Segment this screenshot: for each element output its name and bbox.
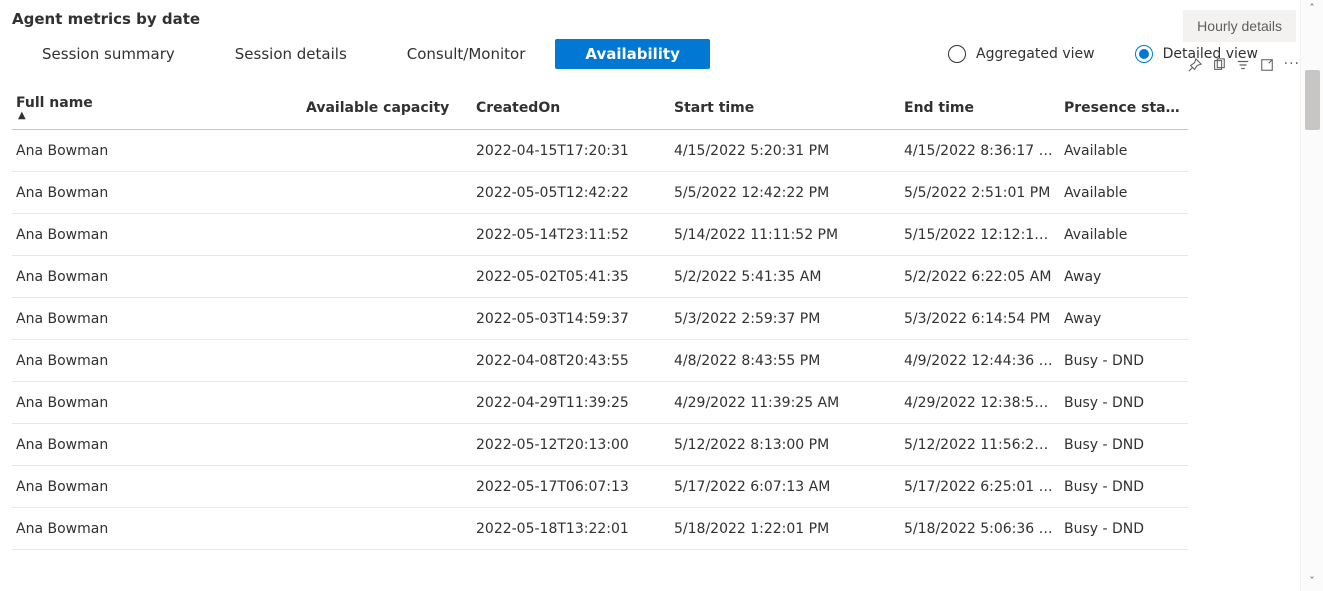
cell-createdon: 2022-04-29T11:39:25: [472, 395, 670, 411]
cell-full-name: Ana Bowman: [12, 479, 302, 495]
more-options-icon[interactable]: ···: [1284, 56, 1300, 74]
cell-start-time: 5/3/2022 2:59:37 PM: [670, 311, 900, 327]
vertical-scrollbar[interactable]: ˆ ˇ: [1300, 0, 1323, 591]
cell-createdon: 2022-05-03T14:59:37: [472, 311, 670, 327]
table-row[interactable]: Ana Bowman 2022-05-05T12:42:225/5/2022 12…: [12, 172, 1188, 214]
table-row[interactable]: Ana Bowman 2022-05-12T20:13:005/12/2022 8…: [12, 424, 1188, 466]
cell-createdon: 2022-05-02T05:41:35: [472, 269, 670, 285]
col-header-presence-status[interactable]: Presence status: [1060, 100, 1188, 116]
cell-presence-status: Busy - DND: [1060, 395, 1188, 411]
cell-presence-status: Busy - DND: [1060, 353, 1188, 369]
table-row[interactable]: Ana Bowman2022-04-29T11:39:254/29/2022 1…: [12, 382, 1188, 424]
cell-full-name: Ana Bowman: [12, 437, 302, 453]
cell-end-time: 4/9/2022 12:44:36 AM: [900, 353, 1060, 369]
table-row[interactable]: Ana Bowman 2022-05-02T05:41:355/2/2022 5:…: [12, 256, 1188, 298]
hourly-details-button[interactable]: Hourly details: [1183, 10, 1296, 42]
col-header-full-name[interactable]: Full name ▲: [12, 95, 302, 121]
tab-availability[interactable]: Availability: [555, 39, 710, 69]
table-row[interactable]: Ana Bowman2022-05-17T06:07:135/17/2022 6…: [12, 466, 1188, 508]
scroll-thumb[interactable]: [1305, 70, 1320, 130]
cell-full-name: Ana Bowman: [12, 143, 302, 159]
table-header-row: Full name ▲ Available capacity CreatedOn…: [12, 86, 1188, 130]
cell-end-time: 5/5/2022 2:51:01 PM: [900, 185, 1060, 201]
cell-full-name: Ana Bowman: [12, 521, 302, 537]
table-row[interactable]: Ana Bowman 2022-04-15T17:20:314/15/2022 5…: [12, 130, 1188, 172]
tab-session-summary[interactable]: Session summary: [12, 39, 205, 69]
table-row[interactable]: Ana Bowman 2022-05-03T14:59:375/3/2022 2:…: [12, 298, 1188, 340]
cell-start-time: 4/29/2022 11:39:25 AM: [670, 395, 900, 411]
cell-end-time: 5/17/2022 6:25:01 AM: [900, 479, 1060, 495]
aggregated-view-radio[interactable]: Aggregated view: [948, 45, 1095, 63]
cell-end-time: 5/2/2022 6:22:05 AM: [900, 269, 1060, 285]
cell-end-time: 5/18/2022 5:06:36 PM: [900, 521, 1060, 537]
filter-icon[interactable]: [1236, 58, 1250, 72]
cell-end-time: 5/12/2022 11:56:20 PM: [900, 437, 1060, 453]
cell-start-time: 5/5/2022 12:42:22 PM: [670, 185, 900, 201]
cell-presence-status: Busy - DND: [1060, 521, 1188, 537]
table-row[interactable]: Ana Bowman 2022-05-14T23:11:525/14/2022 1…: [12, 214, 1188, 256]
pin-icon[interactable]: [1188, 58, 1202, 72]
radio-icon: [948, 45, 966, 63]
cell-createdon: 2022-05-05T12:42:22: [472, 185, 670, 201]
cell-end-time: 5/15/2022 12:12:19 AM: [900, 227, 1060, 243]
cell-full-name: Ana Bowman: [12, 185, 302, 201]
copy-icon[interactable]: [1212, 58, 1226, 72]
cell-full-name: Ana Bowman: [12, 395, 302, 411]
cell-createdon: 2022-05-12T20:13:00: [472, 437, 670, 453]
col-header-available-capacity[interactable]: Available capacity: [302, 100, 472, 116]
cell-start-time: 4/8/2022 8:43:55 PM: [670, 353, 900, 369]
cell-full-name: Ana Bowman: [12, 269, 302, 285]
cell-presence-status: Available: [1060, 143, 1188, 159]
cell-presence-status: Away: [1060, 311, 1188, 327]
cell-start-time: 5/17/2022 6:07:13 AM: [670, 479, 900, 495]
scroll-up-icon[interactable]: ˆ: [1301, 2, 1323, 16]
col-header-start-time[interactable]: Start time: [670, 100, 900, 116]
radio-icon: [1135, 45, 1153, 63]
visual-action-bar: ···: [1188, 56, 1300, 74]
cell-end-time: 4/15/2022 8:36:17 PM: [900, 143, 1060, 159]
cell-presence-status: Busy - DND: [1060, 437, 1188, 453]
cell-start-time: 5/14/2022 11:11:52 PM: [670, 227, 900, 243]
cell-full-name: Ana Bowman: [12, 311, 302, 327]
page-title: Agent metrics by date: [12, 4, 1288, 30]
cell-start-time: 5/2/2022 5:41:35 AM: [670, 269, 900, 285]
col-header-end-time[interactable]: End time: [900, 100, 1060, 116]
tab-session-details[interactable]: Session details: [205, 39, 377, 69]
radio-label: Aggregated view: [976, 46, 1095, 62]
col-header-label: Full name: [16, 95, 93, 111]
cell-createdon: 2022-04-08T20:43:55: [472, 353, 670, 369]
cell-presence-status: Busy - DND: [1060, 479, 1188, 495]
metrics-tabs: Session summarySession detailsConsult/Mo…: [12, 39, 710, 69]
cell-end-time: 5/3/2022 6:14:54 PM: [900, 311, 1060, 327]
table-row[interactable]: Ana Bowman 2022-04-08T20:43:554/8/2022 8:…: [12, 340, 1188, 382]
cell-full-name: Ana Bowman: [12, 353, 302, 369]
availability-table: Full name ▲ Available capacity CreatedOn…: [12, 86, 1188, 550]
cell-presence-status: Available: [1060, 185, 1188, 201]
cell-presence-status: Away: [1060, 269, 1188, 285]
cell-full-name: Ana Bowman: [12, 227, 302, 243]
focus-mode-icon[interactable]: [1260, 58, 1274, 72]
cell-end-time: 4/29/2022 12:38:53 PM: [900, 395, 1060, 411]
sort-ascending-icon: ▲: [16, 111, 298, 121]
cell-createdon: 2022-05-18T13:22:01: [472, 521, 670, 537]
cell-start-time: 5/12/2022 8:13:00 PM: [670, 437, 900, 453]
cell-createdon: 2022-05-14T23:11:52: [472, 227, 670, 243]
col-header-createdon[interactable]: CreatedOn: [472, 100, 670, 116]
cell-createdon: 2022-04-15T17:20:31: [472, 143, 670, 159]
cell-start-time: 4/15/2022 5:20:31 PM: [670, 143, 900, 159]
cell-createdon: 2022-05-17T06:07:13: [472, 479, 670, 495]
tab-consult-monitor[interactable]: Consult/Monitor: [377, 39, 556, 69]
scroll-down-icon[interactable]: ˇ: [1301, 575, 1323, 589]
cell-start-time: 5/18/2022 1:22:01 PM: [670, 521, 900, 537]
cell-presence-status: Available: [1060, 227, 1188, 243]
table-row[interactable]: Ana Bowman 2022-05-18T13:22:015/18/2022 1…: [12, 508, 1188, 550]
